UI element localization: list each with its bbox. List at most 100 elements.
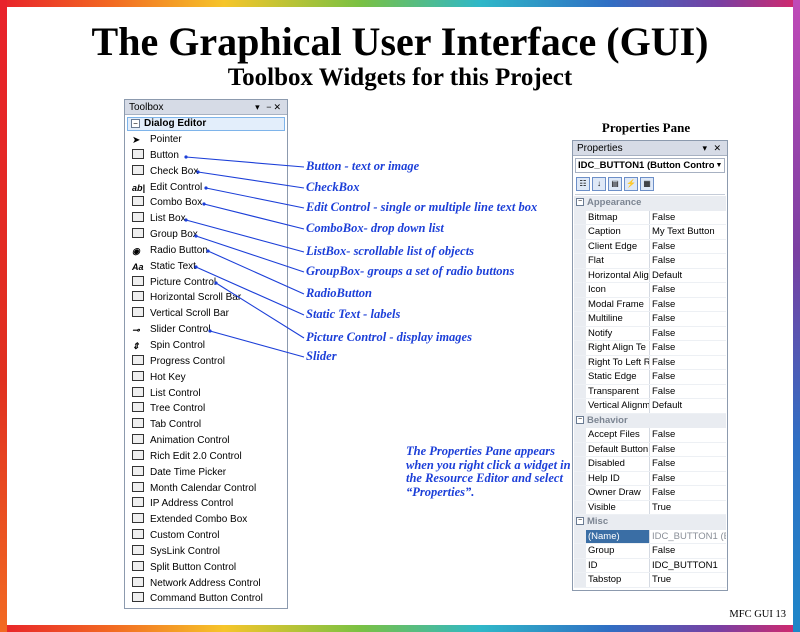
property-value[interactable]: False — [650, 544, 726, 558]
property-row[interactable]: Modal Frame False — [574, 297, 726, 312]
property-category-behavior[interactable]: − Behavior — [574, 413, 726, 428]
toolbox-item-animation-control[interactable]: Animation Control — [125, 433, 287, 449]
property-value[interactable]: IDC_BUTTON1 (But — [650, 530, 726, 544]
toolbox-item-group-box[interactable]: Group Box — [125, 227, 287, 243]
toolbox-item-ip-address-control[interactable]: IP Address Control — [125, 496, 287, 512]
toolbox-item-horizontal-scroll-bar[interactable]: Horizontal Scroll Bar — [125, 290, 287, 306]
property-row[interactable]: (Name)IDC_BUTTON1 (But — [574, 529, 726, 544]
properties-icon[interactable]: ▤ — [608, 177, 622, 191]
toolbox-item-month-calendar-control[interactable]: Month Calendar Control — [125, 481, 287, 497]
toolbox-item-hot-key[interactable]: Hot Key — [125, 370, 287, 386]
properties-window-controls[interactable]: ▾ ✕ — [702, 141, 723, 156]
property-row[interactable]: Horizontal Alig Default — [574, 268, 726, 283]
toolbox-item-button[interactable]: Button — [125, 148, 287, 164]
dropdown-arrow-icon[interactable]: ▼ — [714, 159, 724, 172]
annotation-label: ComboBox- drop down list — [306, 221, 444, 235]
toolbox-item-pointer[interactable]: ➤ Pointer — [125, 132, 287, 148]
property-value[interactable]: IDC_BUTTON1 — [650, 559, 726, 573]
toolbox-item-combo-box[interactable]: Combo Box — [125, 195, 287, 211]
property-value[interactable]: False — [650, 312, 726, 326]
property-value[interactable]: False — [650, 283, 726, 297]
toolbox-item-spin-control[interactable]: ⇕ Spin Control — [125, 338, 287, 354]
toolbox-window-controls[interactable]: ▾ −✕ — [255, 100, 283, 115]
toolbox-item-edit-control[interactable]: ab| Edit Control — [125, 180, 287, 196]
property-row[interactable]: Disabled False — [574, 457, 726, 472]
toolbox-item-list-control[interactable]: List Control — [125, 386, 287, 402]
property-category-label: Appearance — [587, 197, 642, 208]
collapse-icon[interactable]: − — [576, 415, 584, 424]
property-row[interactable]: Flat False — [574, 254, 726, 269]
property-value[interactable]: False — [650, 254, 726, 268]
property-row[interactable]: Transparent False — [574, 384, 726, 399]
property-value[interactable]: False — [650, 298, 726, 312]
property-value[interactable]: False — [650, 211, 726, 225]
toolbox-item-static-text[interactable]: Aa Static Text — [125, 259, 287, 275]
property-value[interactable]: My Text Button — [650, 225, 726, 239]
property-row[interactable]: Accept Files False — [574, 428, 726, 443]
property-value[interactable]: False — [650, 385, 726, 399]
property-value[interactable]: False — [650, 370, 726, 384]
property-value[interactable]: Default — [650, 269, 726, 283]
toolbox-item-check-box[interactable]: Check Box — [125, 164, 287, 180]
property-value[interactable]: False — [650, 240, 726, 254]
property-row[interactable]: Bitmap False — [574, 210, 726, 225]
property-value[interactable]: False — [650, 486, 726, 500]
property-value[interactable]: False — [650, 327, 726, 341]
property-value[interactable]: False — [650, 472, 726, 486]
property-row[interactable]: Right To Left R False — [574, 355, 726, 370]
property-row[interactable]: Multiline False — [574, 312, 726, 327]
property-value[interactable]: True — [650, 573, 726, 587]
alphabetical-icon[interactable]: ↓ — [592, 177, 606, 191]
property-value[interactable]: False — [650, 341, 726, 355]
toolbox-item-list-box[interactable]: List Box — [125, 211, 287, 227]
property-value[interactable]: False — [650, 356, 726, 370]
property-value[interactable]: Default — [650, 399, 726, 413]
toolbox-item-syslink-control[interactable]: SysLink Control — [125, 544, 287, 560]
property-row[interactable]: Right Align Te False — [574, 341, 726, 356]
categorized-icon[interactable]: ☷ — [576, 177, 590, 191]
toolbox-item-radio-button[interactable]: ◉ Radio Button — [125, 243, 287, 259]
property-row[interactable]: Notify False — [574, 326, 726, 341]
toolbox-item-progress-control[interactable]: Progress Control — [125, 354, 287, 370]
toolbox-item-extended-combo-box[interactable]: Extended Combo Box — [125, 512, 287, 528]
property-row[interactable]: Caption My Text Button — [574, 225, 726, 240]
property-value[interactable]: False — [650, 443, 726, 457]
property-value[interactable]: False — [650, 457, 726, 471]
property-row[interactable]: Icon False — [574, 283, 726, 298]
property-value[interactable]: True — [650, 501, 726, 515]
toolbox-item-vertical-scroll-bar[interactable]: Vertical Scroll Bar — [125, 306, 287, 322]
collapse-icon[interactable]: − — [576, 517, 584, 526]
property-value[interactable]: False — [650, 428, 726, 442]
rainbow-border-right — [793, 0, 800, 632]
toolbox-item-rich-edit-2-0-control[interactable]: Rich Edit 2.0 Control — [125, 449, 287, 465]
toolbox-item-tree-control[interactable]: Tree Control — [125, 401, 287, 417]
toolbox-item-slider-control[interactable]: ⊸ Slider Control — [125, 322, 287, 338]
property-row[interactable]: Tabstop True — [574, 573, 726, 588]
toolbox-item-split-button-control[interactable]: Split Button Control — [125, 560, 287, 576]
property-category-misc[interactable]: − Misc — [574, 515, 726, 530]
toolbox-item-command-button-control[interactable]: Command Button Control — [125, 591, 287, 607]
property-row[interactable]: Group False — [574, 544, 726, 559]
property-gutter — [574, 399, 586, 413]
toolbox-item-network-address-control[interactable]: Network Address Control — [125, 576, 287, 592]
toolbox-group-dialog-editor[interactable]: − Dialog Editor — [127, 117, 285, 131]
toolbox-item-date-time-picker[interactable]: Date Time Picker — [125, 465, 287, 481]
property-row[interactable]: Visible True — [574, 500, 726, 515]
toolbox-item-custom-control[interactable]: Custom Control — [125, 528, 287, 544]
property-row[interactable]: Client Edge False — [574, 239, 726, 254]
collapse-icon[interactable]: − — [131, 118, 140, 128]
toolbox-item-picture-control[interactable]: Picture Control — [125, 275, 287, 291]
property-row[interactable]: Static Edge False — [574, 370, 726, 385]
property-category-appearance[interactable]: − Appearance — [574, 196, 726, 211]
properties-object-selector[interactable]: IDC_BUTTON1 (Button Control) I ▼ — [575, 158, 725, 173]
property-row[interactable]: Help ID False — [574, 471, 726, 486]
property-row[interactable]: Owner Draw False — [574, 486, 726, 501]
properties-note: The Properties Pane appears when you rig… — [406, 444, 571, 499]
collapse-icon[interactable]: − — [576, 198, 584, 207]
property-row[interactable]: ID IDC_BUTTON1 — [574, 558, 726, 573]
property-pages-icon[interactable]: ▦ — [640, 177, 654, 191]
property-row[interactable]: Default Button False — [574, 442, 726, 457]
events-icon[interactable]: ⚡ — [624, 177, 638, 191]
toolbox-item-tab-control[interactable]: Tab Control — [125, 417, 287, 433]
property-row[interactable]: Vertical Alignm Default — [574, 399, 726, 414]
